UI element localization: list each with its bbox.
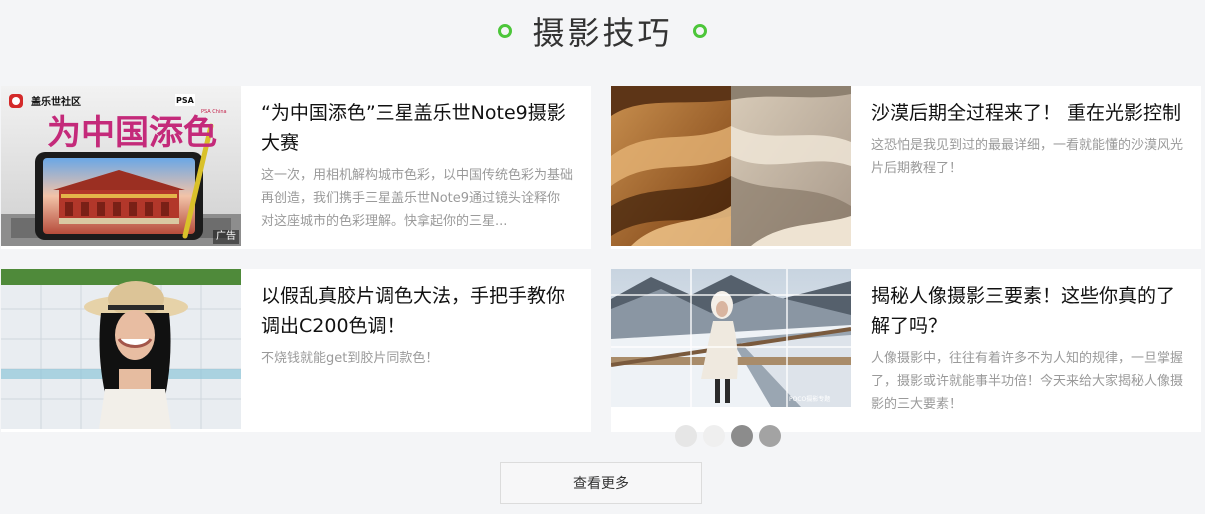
image-watermark: POCO摄影专题 <box>789 395 830 403</box>
section-title: 摄影技巧 <box>532 14 673 52</box>
article-title[interactable]: 揭秘人像摄影三要素！这些你真的了解了吗？ <box>871 281 1183 341</box>
article-thumbnail[interactable]: 盖乐世社区 PSA PSA China 为中国添色 广告 <box>1 86 241 246</box>
carousel-dot[interactable] <box>675 425 697 447</box>
article-title[interactable]: 以假乱真胶片调色大法，手把手教你调出C200色调！ <box>261 281 573 341</box>
psa-badge: PSA <box>176 96 195 105</box>
article-thumbnail[interactable]: POCO摄影专题 <box>611 269 851 407</box>
article-card[interactable]: 以假乱真胶片调色大法，手把手教你调出C200色调！ 不烧钱就能get到胶片同款色… <box>1 269 591 432</box>
image-brand-text: 盖乐世社区 <box>31 95 81 108</box>
article-thumbnail[interactable] <box>611 86 851 246</box>
carousel-dot[interactable] <box>731 425 753 447</box>
carousel-dots <box>675 425 781 447</box>
article-thumbnail[interactable] <box>1 269 241 429</box>
article-card[interactable]: 盖乐世社区 PSA PSA China 为中国添色 广告 “为中国添色”三星盖乐… <box>1 86 591 249</box>
article-description: 这恐怕是我见到过的最最详细，一看就能懂的沙漠风光片后期教程了！ <box>871 138 1184 176</box>
ad-label: 广告 <box>213 230 239 244</box>
article-description: 这一次，用相机解构城市色彩，以中国传统色彩为基础再创造，我们携手三星盖乐世Not… <box>261 168 574 229</box>
article-title[interactable]: “为中国添色”三星盖乐世Note9摄影大赛 <box>261 98 573 158</box>
title-left-dot-icon <box>498 24 513 38</box>
article-title[interactable]: 沙漠后期全过程来了！ 重在光影控制 <box>871 98 1183 128</box>
image-headline: 为中国添色 <box>47 113 217 153</box>
article-description: 人像摄影中，往往有着许多不为人知的规律，一旦掌握了，摄影或许就能事半功倍！今天来… <box>871 351 1184 412</box>
title-right-dot-icon <box>692 24 707 38</box>
article-card[interactable]: POCO摄影专题 揭秘人像摄影三要素！这些你真的了解了吗？ 人像摄影中，往往有着… <box>611 269 1201 432</box>
view-more-button[interactable]: 查看更多 <box>500 462 702 504</box>
article-description: 不烧钱就能get到胶片同款色！ <box>261 351 439 366</box>
carousel-dot[interactable] <box>703 425 725 447</box>
article-card[interactable]: 沙漠后期全过程来了！ 重在光影控制 这恐怕是我见到过的最最详细，一看就能懂的沙漠… <box>611 86 1201 249</box>
carousel-dot[interactable] <box>759 425 781 447</box>
section-header: 摄影技巧 <box>0 8 1205 54</box>
